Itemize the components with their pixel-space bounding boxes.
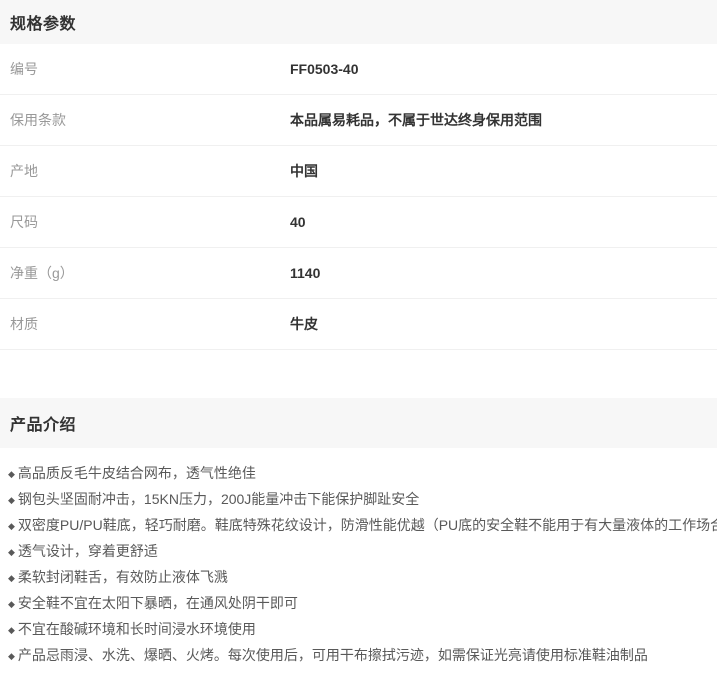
intro-item-text: 柔软封闭鞋舌，有效防止液体飞溅 bbox=[18, 569, 228, 585]
intro-list-item: ◆柔软封闭鞋舌，有效防止液体飞溅 bbox=[8, 565, 707, 591]
spec-row: 产地 中国 bbox=[0, 146, 717, 197]
intro-list-item: ◆透气设计，穿着更舒适 bbox=[8, 539, 707, 565]
diamond-bullet-icon: ◆ bbox=[8, 618, 15, 643]
diamond-bullet-icon: ◆ bbox=[8, 592, 15, 617]
diamond-bullet-icon: ◆ bbox=[8, 462, 15, 487]
diamond-bullet-icon: ◆ bbox=[8, 488, 15, 513]
diamond-bullet-icon: ◆ bbox=[8, 540, 15, 565]
intro-list-item: ◆安全鞋不宜在太阳下暴晒，在通风处阴干即可 bbox=[8, 591, 707, 617]
diamond-bullet-icon: ◆ bbox=[8, 644, 15, 669]
section-gap bbox=[0, 350, 717, 398]
intro-list-item: ◆不宜在酸碱环境和长时间浸水环境使用 bbox=[8, 617, 707, 643]
spec-label: 材质 bbox=[0, 314, 290, 334]
intro-list-item: ◆钢包头坚固耐冲击，15KN压力，200J能量冲击下能保护脚趾安全 bbox=[8, 487, 707, 513]
spec-value: 40 bbox=[290, 214, 306, 230]
intro-list-item: ◆双密度PU/PU鞋底，轻巧耐磨。鞋底特殊花纹设计，防滑性能优越（PU底的安全鞋… bbox=[8, 513, 707, 539]
specs-table: 编号 FF0503-40 保用条款 本品属易耗品，不属于世达终身保用范围 产地 … bbox=[0, 44, 717, 350]
spec-value: FF0503-40 bbox=[290, 61, 358, 77]
intro-list-item: ◆高品质反毛牛皮结合网布，透气性绝佳 bbox=[8, 461, 707, 487]
intro-item-text: 钢包头坚固耐冲击，15KN压力，200J能量冲击下能保护脚趾安全 bbox=[18, 491, 419, 507]
spec-row: 尺码 40 bbox=[0, 197, 717, 248]
intro-section-header: 产品介绍 bbox=[0, 398, 717, 448]
intro-list-item: ◆产品忌雨浸、水洗、爆晒、火烤。每次使用后，可用干布擦拭污迹，如需保证光亮请使用… bbox=[8, 643, 707, 669]
intro-list: ◆高品质反毛牛皮结合网布，透气性绝佳 ◆钢包头坚固耐冲击，15KN压力，200J… bbox=[0, 448, 717, 669]
intro-title: 产品介绍 bbox=[10, 411, 76, 435]
intro-item-text: 产品忌雨浸、水洗、爆晒、火烤。每次使用后，可用干布擦拭污迹，如需保证光亮请使用标… bbox=[18, 647, 648, 663]
spec-label: 尺码 bbox=[0, 212, 290, 232]
spec-row: 材质 牛皮 bbox=[0, 299, 717, 350]
diamond-bullet-icon: ◆ bbox=[8, 566, 15, 591]
spec-value: 牛皮 bbox=[290, 314, 318, 334]
spec-row: 保用条款 本品属易耗品，不属于世达终身保用范围 bbox=[0, 95, 717, 146]
spec-value: 本品属易耗品，不属于世达终身保用范围 bbox=[290, 110, 542, 130]
specs-title: 规格参数 bbox=[10, 10, 76, 34]
spec-value: 1140 bbox=[290, 265, 320, 281]
intro-item-text: 高品质反毛牛皮结合网布，透气性绝佳 bbox=[18, 465, 256, 481]
spec-row: 编号 FF0503-40 bbox=[0, 44, 717, 95]
intro-item-text: 安全鞋不宜在太阳下暴晒，在通风处阴干即可 bbox=[18, 595, 298, 611]
specs-section-header: 规格参数 bbox=[0, 0, 717, 44]
spec-label: 保用条款 bbox=[0, 110, 290, 130]
spec-label: 净重（g） bbox=[0, 263, 290, 283]
product-detail-page: 规格参数 编号 FF0503-40 保用条款 本品属易耗品，不属于世达终身保用范… bbox=[0, 0, 717, 674]
spec-label: 编号 bbox=[0, 59, 290, 79]
intro-item-text: 透气设计，穿着更舒适 bbox=[18, 543, 158, 559]
spec-value: 中国 bbox=[290, 161, 318, 181]
diamond-bullet-icon: ◆ bbox=[8, 514, 15, 539]
intro-item-text: 不宜在酸碱环境和长时间浸水环境使用 bbox=[18, 621, 256, 637]
spec-label: 产地 bbox=[0, 161, 290, 181]
spec-row: 净重（g） 1140 bbox=[0, 248, 717, 299]
intro-item-text: 双密度PU/PU鞋底，轻巧耐磨。鞋底特殊花纹设计，防滑性能优越（PU底的安全鞋不… bbox=[18, 517, 717, 533]
